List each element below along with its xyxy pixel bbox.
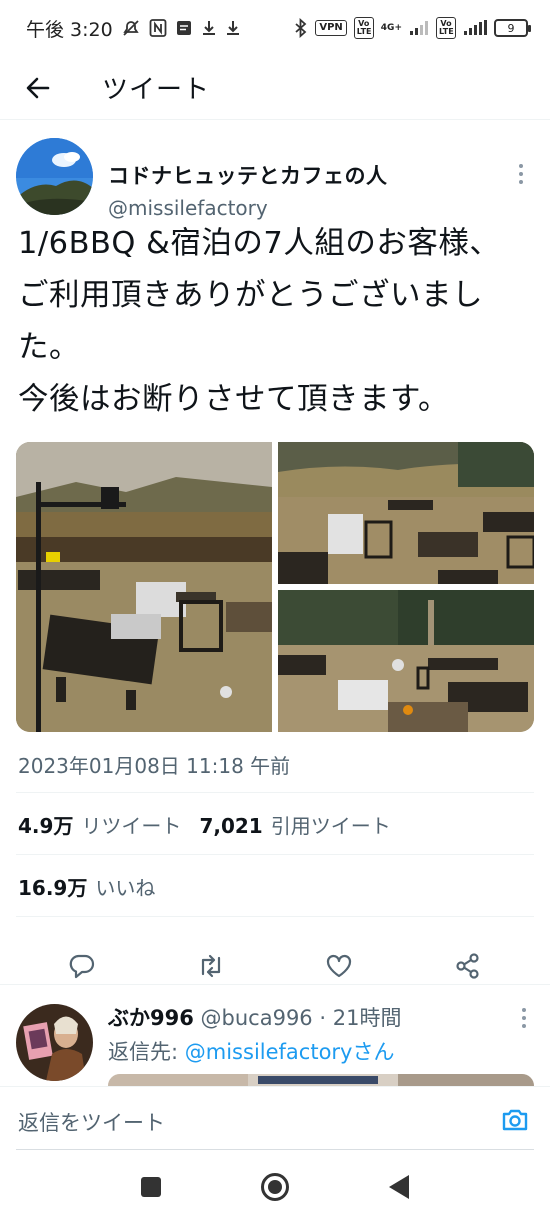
divider: [0, 984, 550, 985]
divider: [16, 916, 534, 917]
download-icon-2: [225, 19, 241, 37]
status-bar: 午後 3:20 VPN Vo LTE 4G+ Vo LTE 9: [0, 0, 550, 56]
like-icon[interactable]: [319, 946, 359, 986]
reply-input[interactable]: 返信をツイート: [18, 1107, 165, 1137]
tweet-text-line: ご利用頂きありがとうございまし: [18, 278, 483, 313]
mute-icon: [121, 18, 141, 38]
reply-header: ぶか996 @buca996 · 21時間: [108, 1002, 401, 1032]
download-icon: [201, 19, 217, 37]
home-icon[interactable]: [261, 1173, 289, 1201]
retweets-count[interactable]: 4.9万: [18, 810, 73, 839]
volte-badge: Vo LTE: [353, 17, 374, 39]
signal-icon: [409, 20, 429, 36]
divider: [16, 792, 534, 793]
reply-more-options-icon[interactable]: [522, 1008, 526, 1028]
network-type: 4G+: [380, 23, 402, 33]
nfc-icon: [149, 18, 167, 38]
reply-to-prefix: 返信先:: [108, 1040, 185, 1064]
tweet-text-line: 今後はお断りさせて頂きます。: [18, 382, 449, 417]
reply-to-user-link[interactable]: @missilefactoryさん: [185, 1040, 395, 1064]
reply-author-handle[interactable]: @buca996: [201, 1006, 313, 1030]
system-back-icon[interactable]: [389, 1175, 409, 1199]
likes-label[interactable]: いいね: [95, 872, 155, 901]
status-right: VPN Vo LTE 4G+ Vo LTE 9: [294, 17, 531, 39]
bluetooth-icon: [294, 18, 308, 38]
tweet-text-line: 1/6BBQ &宿泊の7人組のお客様、: [18, 226, 501, 261]
quotes-label[interactable]: 引用ツイート: [271, 810, 391, 839]
vpn-badge: VPN: [315, 20, 347, 36]
separator-dot: ·: [319, 1006, 327, 1030]
reply-to: 返信先: @missilefactoryさん: [108, 1036, 394, 1066]
reply-compose-bar[interactable]: 返信をツイート: [0, 1086, 550, 1152]
top-app-bar: ツイート: [0, 56, 550, 120]
tweet-media-grid: [16, 442, 534, 732]
reply-tweet[interactable]: ぶか996 @buca996 · 21時間 返信先: @missilefacto…: [0, 992, 550, 1088]
camera-icon[interactable]: [500, 1105, 530, 1135]
tweet-text-line: た。: [18, 330, 80, 365]
retweets-label[interactable]: リツイート: [81, 810, 181, 839]
author-name[interactable]: コドナヒュッテとカフェの人: [108, 160, 388, 190]
status-left: 午後 3:20: [26, 15, 241, 42]
divider: [16, 854, 534, 855]
tweet-timestamp[interactable]: 2023年01月08日 11:18 午前: [18, 750, 290, 779]
tweet-photo-2[interactable]: [278, 442, 534, 584]
system-nav-bar: [0, 1152, 550, 1222]
share-icon[interactable]: [448, 946, 488, 986]
tweet-photo-3[interactable]: [278, 590, 534, 732]
back-arrow-icon[interactable]: [22, 72, 54, 104]
input-underline: [16, 1149, 534, 1150]
more-options-icon[interactable]: [516, 164, 526, 184]
quotes-count[interactable]: 7,021: [199, 814, 262, 838]
status-time: 午後 3:20: [26, 18, 113, 41]
like-stats: 16.9万 いいね: [18, 872, 173, 901]
reply-time: 21時間: [332, 1006, 402, 1030]
message-icon: [175, 19, 193, 37]
retweet-icon[interactable]: [191, 946, 231, 986]
tweet-author: コドナヒュッテとカフェの人 @missilefactory: [16, 138, 534, 220]
page-title: ツイート: [102, 75, 211, 105]
volte-badge-2: Vo LTE: [436, 17, 456, 39]
reply-avatar[interactable]: [16, 1004, 93, 1081]
recents-icon[interactable]: [141, 1177, 161, 1197]
avatar[interactable]: [16, 138, 93, 215]
reply-icon[interactable]: [62, 946, 102, 986]
author-handle[interactable]: @missilefactory: [108, 196, 268, 220]
signal-icon-2: [463, 20, 487, 36]
battery-indicator: 9: [494, 19, 531, 37]
tweet-actions: [0, 934, 550, 998]
reply-author-name[interactable]: ぶか996: [108, 1006, 194, 1030]
retweet-stats: 4.9万 リツイート 7,021 引用ツイート: [18, 810, 409, 839]
tweet-photo-1[interactable]: [16, 442, 272, 732]
tweet-text: 1/6BBQ &宿泊の7人組のお客様、 ご利用頂きありがとうございまし た。 今…: [18, 218, 538, 426]
likes-count[interactable]: 16.9万: [18, 872, 87, 901]
